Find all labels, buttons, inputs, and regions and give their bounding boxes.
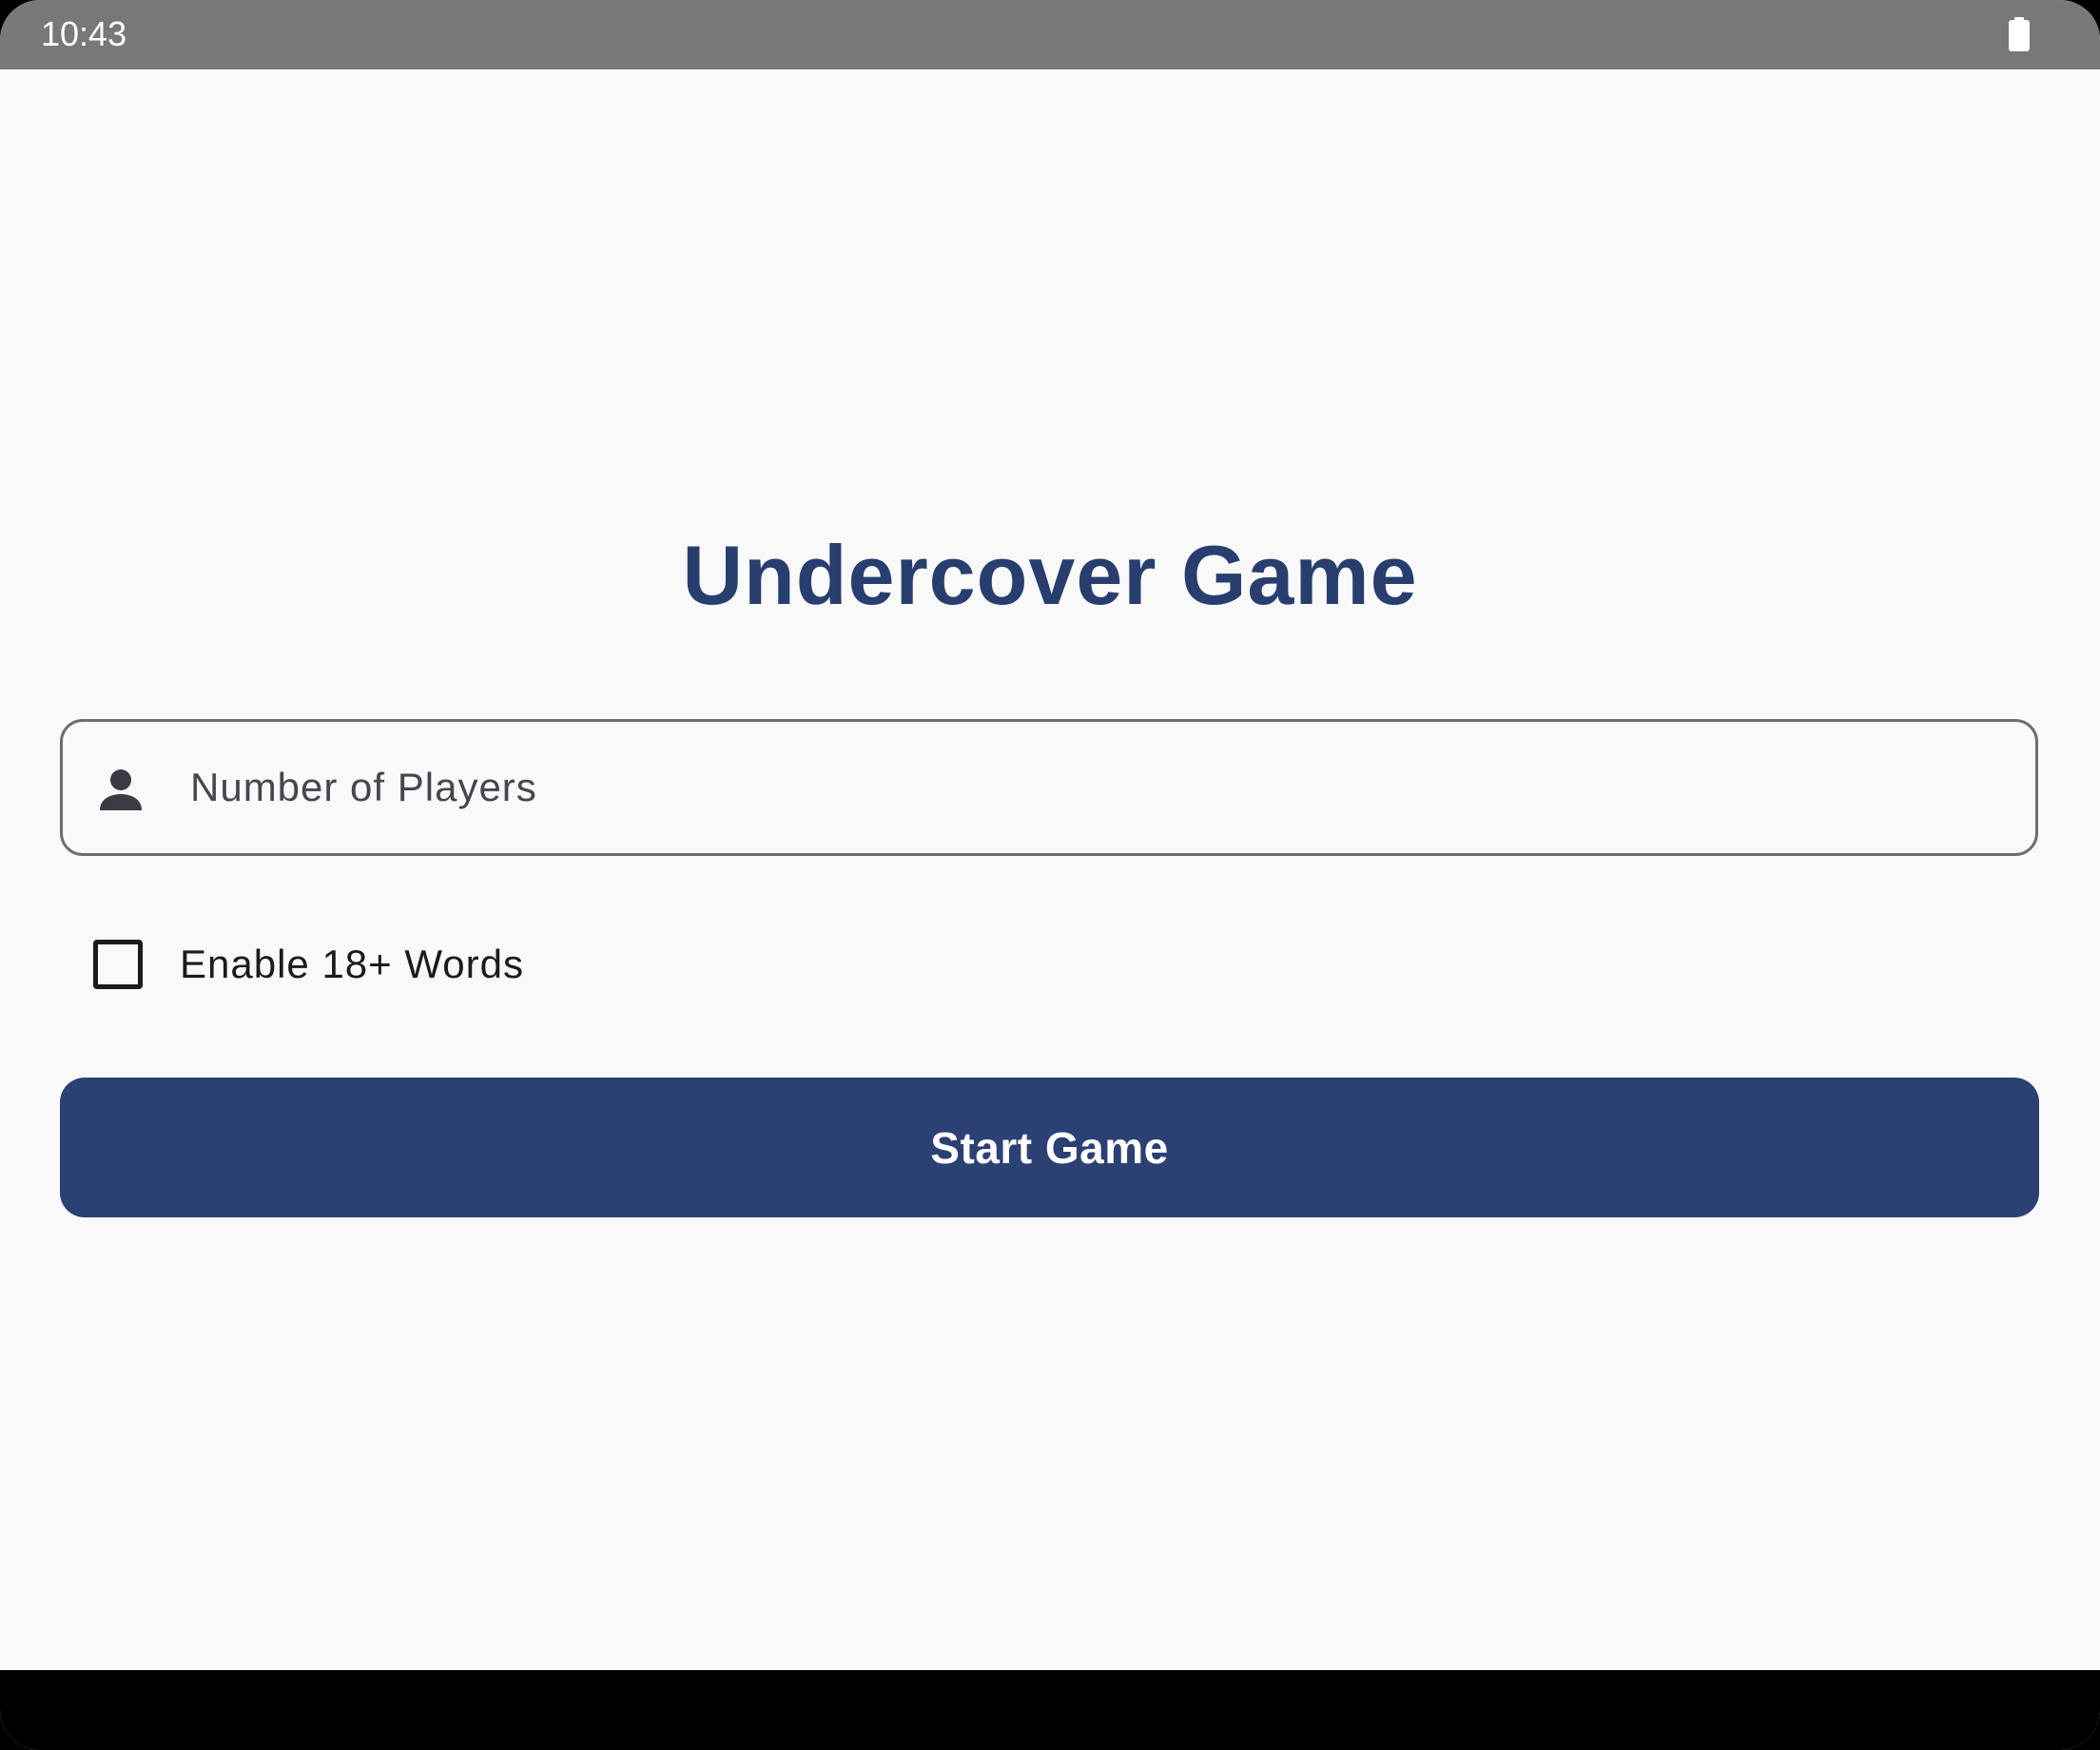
main-content: Undercover Game Enable 18+ Words Start G…	[0, 69, 2100, 1670]
status-bar: 10:43	[0, 0, 2100, 69]
start-game-button[interactable]: Start Game	[60, 1078, 2039, 1217]
person-icon	[97, 768, 145, 812]
players-field[interactable]	[60, 719, 2038, 856]
adult-words-label[interactable]: Enable 18+ Words	[180, 938, 524, 991]
device-screen: 10:43 Undercover Game Enable 18+ Words S…	[0, 0, 2100, 1750]
page-title: Undercover Game	[682, 528, 1418, 622]
navigation-bar	[0, 1670, 2100, 1750]
adult-words-checkbox[interactable]	[93, 940, 143, 989]
players-input[interactable]	[190, 756, 1997, 819]
battery-full-icon	[2007, 17, 2032, 51]
status-time: 10:43	[41, 14, 127, 53]
